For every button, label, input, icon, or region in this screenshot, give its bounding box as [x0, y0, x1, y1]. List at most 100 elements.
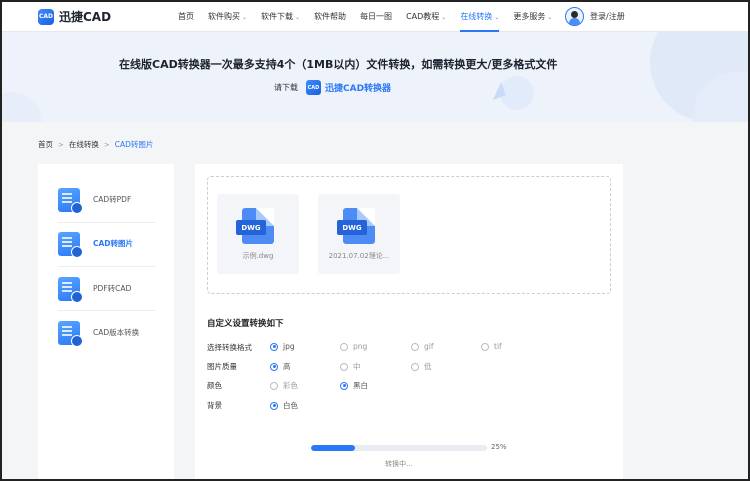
- nav-label: 软件帮助: [314, 12, 347, 21]
- breadcrumb-current: CAD转图片: [114, 140, 154, 149]
- avatar[interactable]: [565, 7, 584, 26]
- sidebar-item-label: CAD版本转换: [93, 328, 140, 337]
- breadcrumb-online-convert[interactable]: 在线转换: [69, 139, 99, 150]
- background-label: 背景: [207, 400, 222, 410]
- background-row: 背景: [207, 399, 270, 411]
- progress-percent: 25%: [491, 443, 507, 451]
- radio-format-tif[interactable]: tif: [481, 342, 502, 351]
- chevron-down-icon: ⌄: [295, 14, 301, 21]
- banner-title: 在线版CAD转换器一次最多支持4个（1MB以内）文件转换，如需转换更大/更多格式…: [119, 58, 558, 71]
- login-register-link[interactable]: 登录/注册: [590, 11, 625, 22]
- logo-icon: CAD: [38, 8, 54, 25]
- option-label: 彩色: [283, 381, 298, 390]
- chevron-down-icon: ⌄: [547, 14, 553, 21]
- radio-format-png[interactable]: png: [340, 342, 367, 351]
- sidebar-item-label: CAD转PDF: [93, 195, 132, 204]
- option-label: 低: [424, 362, 432, 371]
- breadcrumb-separator-icon: >: [103, 140, 110, 149]
- decor-circle: [2, 92, 42, 122]
- radio-checked-icon: [270, 362, 278, 371]
- breadcrumb-separator-icon: >: [58, 140, 64, 149]
- color-label: 颜色: [207, 380, 222, 390]
- converter-sidebar: CAD转PDF CAD转图片 PDF转CAD CAD版本转换: [38, 164, 174, 481]
- format-row: 选择转换格式: [207, 341, 270, 353]
- download-prefix: 请下载: [274, 83, 298, 92]
- main-nav: 首页 软件购买 ⌄ 软件下载 ⌄ 软件帮助 每日一图 CAD教程 ⌄ 在线转换 ⌄ 更多…: [178, 2, 566, 32]
- file-dropzone[interactable]: DWG 示例.dwg DWG 2021.07.02理论...: [207, 176, 611, 294]
- radio-quality-low[interactable]: 低: [411, 361, 432, 372]
- file-card[interactable]: DWG 示例.dwg: [217, 194, 299, 274]
- site-logo[interactable]: CAD 迅捷CAD: [38, 8, 111, 25]
- promo-banner: 在线版CAD转换器一次最多支持4个（1MB以内）文件转换，如需转换更大/更多格式…: [2, 32, 748, 122]
- nav-label: 软件购买: [208, 12, 240, 21]
- nav-label: 在线转换: [460, 12, 493, 21]
- file-type-badge: DWG: [337, 220, 367, 235]
- radio-quality-medium[interactable]: 中: [340, 361, 361, 372]
- nav-label: CAD教程: [406, 12, 440, 21]
- option-label: 黑白: [353, 381, 368, 390]
- radio-checked-icon: [340, 381, 348, 390]
- color-row: 颜色: [207, 379, 270, 391]
- converter-app-icon: CAD: [306, 80, 321, 95]
- radio-unchecked-icon: [270, 381, 278, 390]
- radio-unchecked-icon: [481, 342, 489, 351]
- sidebar-item-label: PDF转CAD: [93, 284, 132, 293]
- conversion-progress-bar: [311, 445, 487, 451]
- nav-item-buy[interactable]: 软件购买 ⌄: [208, 2, 247, 32]
- nav-label: 更多服务: [513, 12, 546, 21]
- file-name: 示例.dwg: [242, 252, 274, 260]
- cad-to-pdf-icon: [58, 187, 83, 214]
- file-card[interactable]: DWG 2021.07.02理论...: [318, 194, 400, 274]
- chevron-down-icon: ⌄: [494, 14, 500, 21]
- settings-title: 自定义设置转换如下: [207, 319, 284, 329]
- radio-format-gif[interactable]: gif: [411, 342, 434, 351]
- quality-label: 图片质量: [207, 361, 237, 371]
- cad-version-convert-icon: [58, 320, 83, 347]
- option-label: tif: [494, 342, 502, 351]
- radio-color-full[interactable]: 彩色: [270, 380, 298, 391]
- radio-quality-high[interactable]: 高: [270, 361, 291, 372]
- banner-download-line: 请下载 CAD 迅捷CAD转换器: [274, 80, 391, 95]
- top-navigation-bar: CAD 迅捷CAD 首页 软件购买 ⌄ 软件下载 ⌄ 软件帮助 每日一图 CAD教程…: [2, 2, 748, 32]
- radio-checked-icon: [270, 401, 278, 410]
- radio-format-jpg[interactable]: jpg: [270, 342, 295, 351]
- user-area: 登录/注册: [565, 7, 625, 26]
- option-label: 中: [353, 362, 361, 371]
- option-label: jpg: [283, 342, 295, 351]
- chevron-down-icon: ⌄: [242, 14, 248, 21]
- radio-background-white[interactable]: 白色: [270, 400, 298, 411]
- radio-color-bw[interactable]: 黑白: [340, 380, 368, 391]
- nav-item-help[interactable]: 软件帮助: [314, 2, 346, 32]
- nav-item-online-convert[interactable]: 在线转换 ⌄: [460, 2, 500, 32]
- nav-item-daily[interactable]: 每日一图: [360, 2, 392, 32]
- pdf-to-cad-icon: [58, 276, 83, 303]
- breadcrumb-home[interactable]: 首页: [38, 139, 53, 150]
- radio-unchecked-icon: [411, 362, 419, 371]
- cad-to-image-icon: [58, 231, 83, 258]
- breadcrumb: 首页 > 在线转换 > CAD转图片: [38, 139, 153, 150]
- nav-item-tutorial[interactable]: CAD教程 ⌄: [406, 2, 446, 32]
- quality-row: 图片质量: [207, 360, 270, 372]
- format-label: 选择转换格式: [207, 342, 252, 352]
- download-converter-link[interactable]: 迅捷CAD转换器: [325, 81, 391, 94]
- file-type-badge: DWG: [236, 220, 266, 235]
- conversion-status: 转换中...: [385, 460, 413, 468]
- chevron-down-icon: ⌄: [441, 14, 447, 21]
- sidebar-item-cad-to-pdf[interactable]: CAD转PDF: [58, 177, 156, 222]
- sidebar-item-cad-to-image[interactable]: CAD转图片: [58, 221, 156, 266]
- logo-text: 迅捷CAD: [59, 10, 112, 24]
- sidebar-item-label: CAD转图片: [93, 239, 134, 248]
- nav-item-more[interactable]: 更多服务 ⌄: [513, 2, 552, 32]
- option-label: 白色: [283, 401, 298, 410]
- file-name: 2021.07.02理论...: [328, 252, 390, 260]
- nav-item-download[interactable]: 软件下载 ⌄: [261, 2, 300, 32]
- option-label: 高: [283, 362, 291, 371]
- sidebar-item-cad-version[interactable]: CAD版本转换: [58, 310, 156, 355]
- radio-unchecked-icon: [340, 342, 348, 351]
- radio-checked-icon: [270, 342, 278, 351]
- sidebar-item-pdf-to-cad[interactable]: PDF转CAD: [58, 266, 156, 311]
- nav-item-home[interactable]: 首页: [178, 2, 194, 32]
- converter-panel: DWG 示例.dwg DWG 2021.07.02理论... 自定义设置转换如下…: [195, 164, 623, 481]
- nav-label: 软件下载: [261, 12, 294, 21]
- option-label: png: [353, 342, 368, 351]
